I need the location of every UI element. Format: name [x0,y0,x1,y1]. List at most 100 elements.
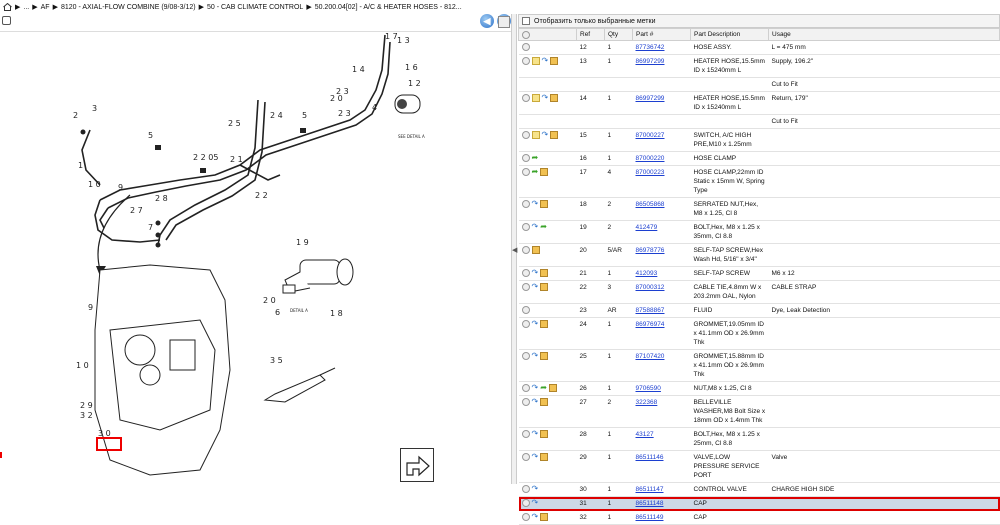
package-icon[interactable] [550,57,559,66]
row-part-number[interactable]: 87000223 [632,165,691,198]
row-part-number[interactable]: 86997299 [632,54,691,78]
part-number-link[interactable]: 86505868 [636,201,665,208]
pane-splitter[interactable]: ◀ [511,14,517,484]
package-icon[interactable] [540,283,549,292]
part-number-link[interactable]: 86511148 [636,500,664,507]
table-row[interactable]: ↷ 14 1 86997299 HEATER HOSE,15.5mm ID x 1524… [518,91,1000,115]
package-icon[interactable] [548,384,557,393]
table-row[interactable]: 23 AR 87588867 FLUID Dye, Leak Detection [518,303,1000,318]
replace-arrow-icon[interactable]: ↷ [532,352,539,360]
table-row[interactable]: Cut to Fit [518,114,1000,129]
part-number-link[interactable]: 87736742 [636,44,665,51]
row-part-number[interactable]: 86505868 [632,197,691,221]
part-number-link[interactable]: 43127 [636,431,654,438]
row-part-number[interactable]: 87107420 [632,349,691,382]
replace-arrow-icon[interactable]: ↷ [532,384,539,392]
replace-arrow-icon[interactable]: ↷ [532,453,539,461]
package-icon[interactable] [540,513,549,522]
select-circle-icon[interactable] [521,94,530,103]
row-part-number[interactable]: 43127 [632,427,691,451]
part-number-link[interactable]: 322368 [636,399,658,406]
replace-arrow-icon[interactable]: ↷ [532,430,539,438]
replace-arrow-icon[interactable]: ↷ [532,398,539,406]
package-icon[interactable] [550,131,559,140]
kit-arrow-icon[interactable]: ➦ [540,384,547,392]
replace-arrow-icon[interactable]: ↷ [532,269,539,277]
note-icon[interactable] [531,131,540,140]
part-number-link[interactable]: 86511149 [636,514,664,521]
package-icon[interactable] [540,453,549,462]
breadcrumb-item-hoses[interactable]: 50.200.04[02] - A/C & HEATER HOSES - 812… [315,4,462,11]
package-icon[interactable] [531,246,540,255]
header-description[interactable]: Part Description [690,28,769,41]
package-icon[interactable] [540,269,549,278]
table-row[interactable]: 20 5/AR 86978776 SELF-TAP SCREW,Hex Wash Hd… [518,243,1000,267]
parts-diagram[interactable]: SEE DETAIL A DETAIL A 1 71 3 1 41 61 2 2… [0,30,510,484]
row-part-number[interactable]: 86978776 [632,243,691,267]
kit-arrow-icon[interactable]: ➦ [532,154,539,162]
table-row[interactable]: ↷ 31 1 86511148 CAP [518,496,1000,511]
select-circle-icon[interactable] [521,513,530,522]
part-number-link[interactable]: 86978776 [636,247,665,254]
part-number-link[interactable]: 86997299 [636,95,665,102]
select-circle-icon[interactable] [521,453,530,462]
select-circle-icon[interactable] [521,57,530,66]
breadcrumb-item-af[interactable]: AF [41,4,50,11]
select-circle-icon[interactable] [521,485,530,494]
row-part-number[interactable]: 87000227 [632,128,691,152]
package-icon[interactable] [540,320,549,329]
replace-arrow-icon[interactable]: ↷ [542,57,549,65]
fit-page-icon[interactable] [498,16,510,28]
note-icon[interactable] [531,94,540,103]
collapse-left-icon[interactable]: ◀ [512,246,517,256]
part-number-link[interactable]: 87000312 [636,284,665,291]
filter-checkbox[interactable] [522,17,530,25]
package-icon[interactable] [540,352,549,361]
replace-arrow-icon[interactable]: ↷ [532,223,539,231]
row-part-number[interactable] [632,114,691,129]
replace-arrow-icon[interactable]: ↷ [532,320,539,328]
row-part-number[interactable] [632,77,691,92]
replace-arrow-icon[interactable]: ↷ [542,131,549,139]
select-circle-icon[interactable] [521,43,530,52]
row-part-number[interactable]: 412093 [632,266,691,281]
breadcrumb-item-root[interactable]: ... [23,4,29,11]
select-circle-icon[interactable] [521,168,530,177]
row-part-number[interactable]: 86976974 [632,317,691,350]
select-circle-icon[interactable] [521,283,530,292]
part-number-link[interactable]: 412479 [636,224,658,231]
replace-arrow-icon[interactable]: ↷ [532,513,539,521]
kit-arrow-icon[interactable]: ➦ [532,168,539,176]
table-row[interactable]: ➦ 17 4 87000223 HOSE CLAMP,22mm ID Static x … [518,165,1000,198]
part-number-link[interactable]: 412093 [636,270,658,277]
row-part-number[interactable]: 412479 [632,220,691,244]
table-row[interactable]: ↷ 24 1 86976974 GROMMET,19.05mm ID x 41.1mm … [518,317,1000,350]
header-usage[interactable]: Usage [768,28,1000,41]
part-number-link[interactable]: 86511147 [636,486,664,493]
header-part[interactable]: Part # [632,28,691,41]
package-icon[interactable] [540,398,549,407]
replace-arrow-icon[interactable]: ↷ [532,485,539,493]
part-number-link[interactable]: 87000220 [636,155,665,162]
select-circle-icon[interactable] [521,131,530,140]
select-circle-icon[interactable] [521,246,530,255]
replace-arrow-icon[interactable]: ↷ [532,200,539,208]
table-row[interactable]: Cut to Fit [518,77,1000,92]
part-number-link[interactable]: 87107420 [636,353,665,360]
row-part-number[interactable]: 9706590 [632,381,691,396]
package-icon[interactable] [550,94,559,103]
breadcrumb-item-combine[interactable]: 8120 - AXIAL-FLOW COMBINE (9/08-3/12) [61,4,196,11]
part-number-link[interactable]: 87588867 [636,307,665,314]
zoom-icon[interactable] [2,16,11,25]
select-circle-icon[interactable] [521,200,530,209]
table-row[interactable]: ↷ 28 1 43127 BOLT,Hex, M8 x 1.25 x 25mm, Cl … [518,427,1000,451]
part-number-link[interactable]: 86997299 [636,58,665,65]
home-icon[interactable] [3,3,12,11]
select-circle-icon[interactable] [521,398,530,407]
row-part-number[interactable]: 86511148 [632,496,691,511]
select-circle-icon[interactable] [521,306,530,315]
table-row[interactable]: ↷ 22 3 87000312 CABLE TIE,4.8mm W x 203.2mm … [518,280,1000,304]
table-row[interactable]: ↷ 13 1 86997299 HEATER HOSE,15.5mm ID x 1524… [518,54,1000,78]
part-number-link[interactable]: 86511146 [636,454,664,461]
part-number-link[interactable]: 9706590 [636,385,661,392]
